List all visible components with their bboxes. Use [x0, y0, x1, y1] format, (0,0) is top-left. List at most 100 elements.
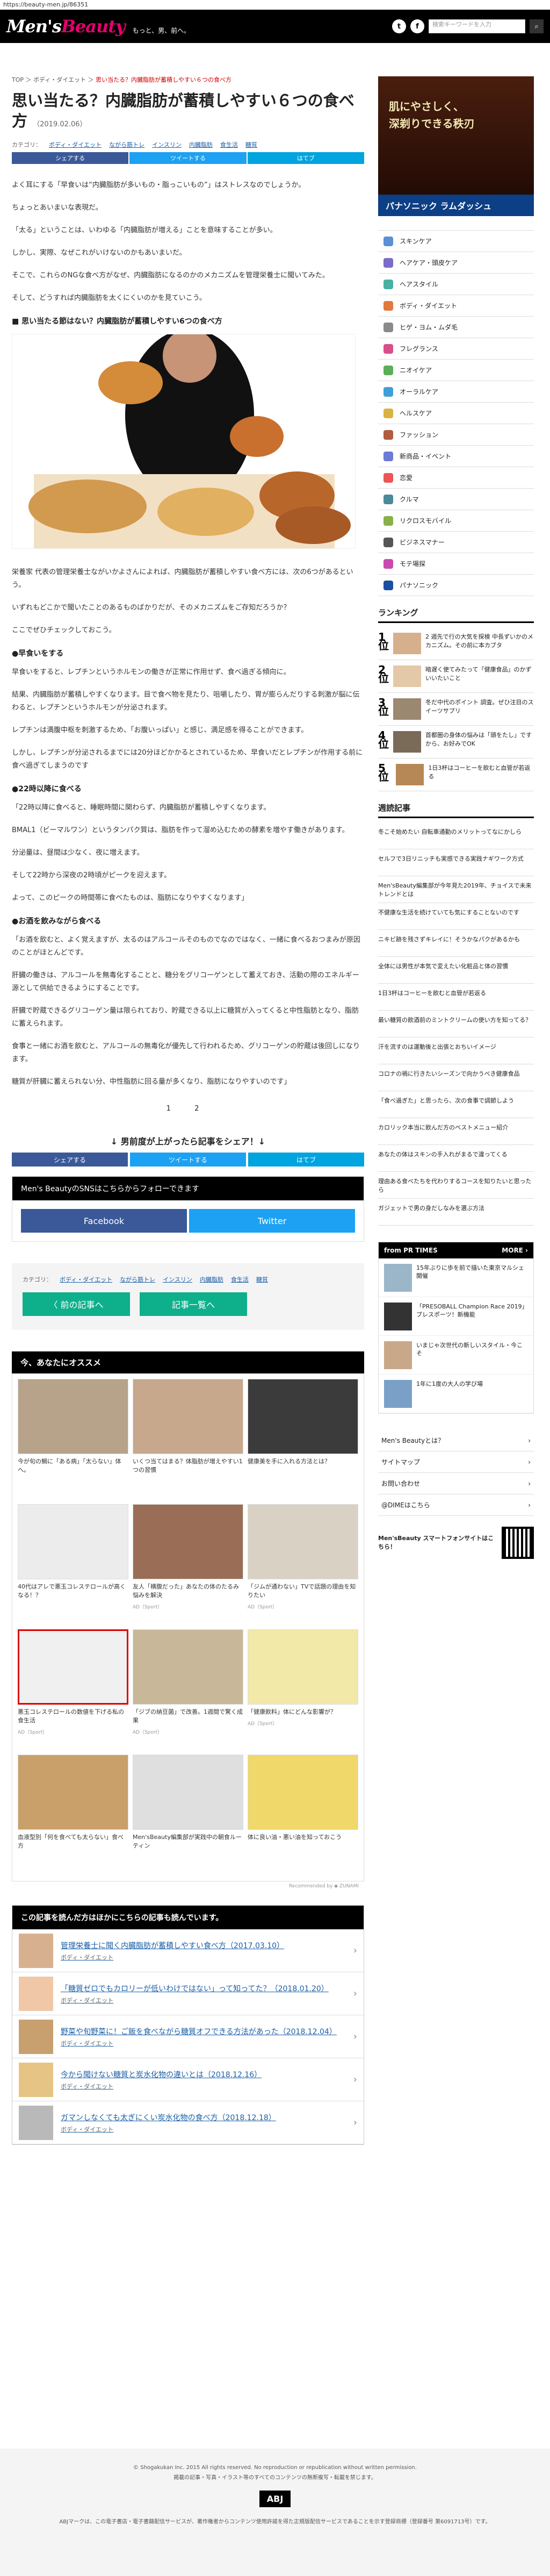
- category-item[interactable]: 新商品・イベント: [378, 446, 534, 467]
- category-link[interactable]: 糖質: [256, 1275, 268, 1284]
- breadcrumb-top[interactable]: TOP: [12, 76, 24, 83]
- contact-link[interactable]: お問い合わせ ›: [378, 1473, 534, 1494]
- ranking-item[interactable]: 2位 暗遅く使てみたって「健康食品」のかずいいたいこと: [378, 660, 534, 693]
- new-article-link[interactable]: ガジェットで男の身だしなみを選ぶ方法: [378, 1199, 534, 1226]
- related-item[interactable]: 「糖質ゼロでもカロリーが低いわけではない」って知ってた？（2018.01.20）…: [12, 1972, 364, 2015]
- recommend-card[interactable]: 悪玉コレステロールの数値を下げる私の食生活 AD（Sport）: [18, 1629, 128, 1750]
- pr-item[interactable]: 1年に1度の大人の学び場: [379, 1375, 533, 1413]
- breadcrumb: TOP ＞ ボディ・ダイエット ＞ 思い当たる？内臓脂肪が蓄積しやすい６つの食べ…: [12, 76, 232, 83]
- facebook-share-button[interactable]: シェアする: [12, 1153, 128, 1167]
- category-item[interactable]: ニオイケア: [378, 360, 534, 381]
- ranking-item[interactable]: 1位 2 週先で行の大気を探検 中長ずいかのメカニズム。その前に本カブタ: [378, 627, 534, 660]
- recommend-card[interactable]: 「ジブの納豆菌」で改善。1週間で驚く成果 AD（Sport）: [133, 1629, 243, 1750]
- category-item[interactable]: スキンケア: [378, 231, 534, 252]
- category-item[interactable]: 恋愛: [378, 467, 534, 489]
- article-list-button[interactable]: 記事一覧へ: [140, 1292, 247, 1316]
- related-item[interactable]: ガマンしなくても太ぎにくい炭水化物の食べ方（2018.12.18） ボディ・ダイエ…: [12, 2101, 364, 2144]
- related-item[interactable]: 管理栄養士に聞く内臓脂肪が蓄積しやすい食べ方（2017.03.10） ボディ・ダイ…: [12, 1929, 364, 1972]
- search-icon[interactable]: ⌕: [530, 19, 544, 33]
- category-item[interactable]: ビジネスマナー: [378, 532, 534, 553]
- pr-item[interactable]: いまじゃ次世代の新しいスタイル・今こそ: [379, 1336, 533, 1375]
- facebook-share-button[interactable]: シェアする: [12, 152, 129, 164]
- ranking-item[interactable]: 5位 1日3杯はコーヒーを飲むと血管が若返る: [378, 759, 534, 791]
- pr-item[interactable]: 「PRESOBALL Champion Race 2019」プレスポーツ！新機能: [379, 1297, 533, 1336]
- category-item[interactable]: クルマ: [378, 489, 534, 510]
- sidebar-ad-banner[interactable]: 肌にやさしく、 深剃りできる秩刃 パナソニック ラムダッシュ: [378, 76, 534, 216]
- category-link[interactable]: インスリン: [163, 1275, 192, 1284]
- category-link[interactable]: 糖質: [245, 140, 257, 149]
- category-link[interactable]: ボディ・ダイエット: [60, 1275, 112, 1284]
- category-link[interactable]: 食生活: [231, 1275, 249, 1284]
- new-article-link[interactable]: 汗を流すのは運動後と出張とおちいイメージ: [378, 1037, 534, 1064]
- main-content: TOP ＞ ボディ・ダイエット ＞ 思い当たる？内臓脂肪が蓄積しやすい６つの食べ…: [12, 43, 364, 2166]
- new-article-link[interactable]: 不健康な生活を続けていても気にすることないのです: [378, 903, 534, 930]
- recommend-card[interactable]: 40代はアレで悪玉コレステロールが高くなる！？: [18, 1504, 128, 1625]
- pr-more-link[interactable]: MORE ›: [502, 1247, 528, 1254]
- recommend-card[interactable]: Men'sBeauty編集部が実践中の朝食ルーティン: [133, 1755, 243, 1876]
- category-item[interactable]: ボディ・ダイエット: [378, 295, 534, 317]
- category-item[interactable]: フレグランス: [378, 338, 534, 360]
- page-1[interactable]: 1: [167, 1105, 182, 1113]
- category-item[interactable]: リクロスモバイル: [378, 510, 534, 532]
- category-item[interactable]: ファッション: [378, 424, 534, 446]
- ranking-item[interactable]: 4位 首都圏の身体の悩みは「頭をたし」ですから、お好みでOK: [378, 726, 534, 759]
- new-article-link[interactable]: 理由ある食べたちを代わりするコースを知りたいと思ったら: [378, 1172, 534, 1199]
- category-link[interactable]: ボディ・ダイエット: [49, 140, 102, 149]
- twitter-share-button[interactable]: ツイートする: [129, 152, 247, 164]
- pr-item[interactable]: 15年ぶりに歩を前で描いた東京マルシェ開催: [379, 1258, 533, 1297]
- twitter-share-button[interactable]: ツイートする: [130, 1153, 246, 1167]
- facebook-follow-button[interactable]: Facebook: [21, 1209, 187, 1233]
- breadcrumb-category[interactable]: ボディ・ダイエット: [33, 76, 86, 83]
- category-item[interactable]: オーラルケア: [378, 381, 534, 403]
- category-item[interactable]: ヒゲ・ヨム・ムダ毛: [378, 317, 534, 338]
- new-article-link[interactable]: 最い糖質の飲酒前のミントクリームの使い方を知ってる？: [378, 1011, 534, 1037]
- category-link[interactable]: 内臓脂肪: [200, 1275, 223, 1284]
- new-article-link[interactable]: 全体には男性が本気で変えたい化粧品と体の習慣: [378, 957, 534, 984]
- recommend-card[interactable]: 「ジムが通わない」TVで話題の理由を知りたい AD（Sport）: [248, 1504, 358, 1625]
- new-article-link[interactable]: 「食べ過ぎた」と思ったら、次の食事で調節しよう: [378, 1091, 534, 1118]
- category-link[interactable]: 食生活: [220, 140, 238, 149]
- hatena-share-button[interactable]: はてブ: [247, 152, 364, 164]
- new-article-link[interactable]: あなたの体はスキンの手入れがまるで違ってくる: [378, 1145, 534, 1172]
- category-item[interactable]: モテ場探: [378, 553, 534, 575]
- new-article-link[interactable]: 1日3杯はコーヒーを飲むと血管が若返る: [378, 984, 534, 1011]
- search-input[interactable]: 検索キーワードを入力: [429, 19, 525, 33]
- sitemap-link[interactable]: サイトマップ ›: [378, 1451, 534, 1473]
- twitter-follow-button[interactable]: Twitter: [189, 1209, 355, 1233]
- category-link[interactable]: 内臓脂肪: [189, 140, 213, 149]
- recommend-card[interactable]: 体に良い油・悪い油を知っておこう: [248, 1755, 358, 1876]
- new-articles-list: 冬こそ始めたい 自転車通勤のメリットってなにかしら セルフで3日リニッチも実感で…: [378, 822, 534, 1226]
- recommend-card[interactable]: 健康美を手に入れる方法とは？: [248, 1379, 358, 1500]
- site-logo[interactable]: Men'sBeauty: [6, 16, 126, 37]
- recommend-card[interactable]: 血液型別「何を食べても太らない」食べ方: [18, 1755, 128, 1876]
- ranking-item[interactable]: 3位 冬だ中代のポイント 調査。ぜひ注目のスイーツサプリ: [378, 693, 534, 726]
- category-item[interactable]: パナソニック: [378, 575, 534, 596]
- new-article-link[interactable]: Men'sBeauty編集部が今年見た2019年、チョイスで未来トレンドとは: [378, 876, 534, 903]
- recommend-card[interactable]: 友人「横腹だった」あなたの体のたるみ悩みを解決 AD（Sport）: [133, 1504, 243, 1625]
- new-article-link[interactable]: 冬こそ始めたい 自転車通勤のメリットってなにかしら: [378, 822, 534, 849]
- twitter-icon[interactable]: t: [392, 19, 406, 33]
- category-item[interactable]: ヘアスタイル: [378, 274, 534, 295]
- category-item[interactable]: ヘアケア・頭皮ケア: [378, 252, 534, 274]
- page-2[interactable]: 2: [194, 1105, 209, 1113]
- prev-article-button[interactable]: 〈 前の記事へ: [23, 1292, 130, 1316]
- recommend-card[interactable]: 今が旬の鯛に「ある病」「太らない」体へ。: [18, 1379, 128, 1500]
- related-item[interactable]: 野菜や旬野菜に！ご飯を食べながら糖質オフできる方法があった（2018.12.04…: [12, 2015, 364, 2058]
- category-item[interactable]: ヘルスケア: [378, 403, 534, 424]
- dime-link[interactable]: @DIMEはこちら ›: [378, 1494, 534, 1516]
- new-article-link[interactable]: カロリック本当に飲んだ方のベストメニュー紹介: [378, 1118, 534, 1145]
- about-link[interactable]: Men's Beautyとは？ ›: [378, 1430, 534, 1451]
- intro-text: そこで、これらのNGな食べ方がなぜ、内臓脂肪になるのかのメカニズムを管理栄養士に…: [12, 271, 329, 280]
- recommend-card[interactable]: いくつ当てはまる？体脂肪が増えやすい1つの習慣: [133, 1379, 243, 1500]
- category-link[interactable]: ながら筋トレ: [109, 140, 144, 149]
- category-link[interactable]: ながら筋トレ: [120, 1275, 155, 1284]
- hatena-share-button[interactable]: はてブ: [248, 1153, 364, 1167]
- recommend-card[interactable]: 「健康飲料」体にどんな影響が？ AD（Sport）: [248, 1629, 358, 1750]
- new-article-link[interactable]: セルフで3日リニッチも実感できる実践ナギワーク方式: [378, 849, 534, 876]
- new-article-link[interactable]: コロナの禍に行きたいシーズンで向かうべき健康食品: [378, 1064, 534, 1091]
- facebook-icon[interactable]: f: [410, 19, 424, 33]
- related-item[interactable]: 今から聞けない糖質と炭水化物の違いとは（2018.12.16） ボディ・ダイエット…: [12, 2058, 364, 2101]
- category-link[interactable]: インスリン: [152, 140, 182, 149]
- app-promo[interactable]: Men'sBeauty スマートフォンサイトはこちら！: [378, 1527, 534, 1559]
- new-article-link[interactable]: ニキビ跡を残さずキレイに！そうかなパクがあるかも: [378, 930, 534, 957]
